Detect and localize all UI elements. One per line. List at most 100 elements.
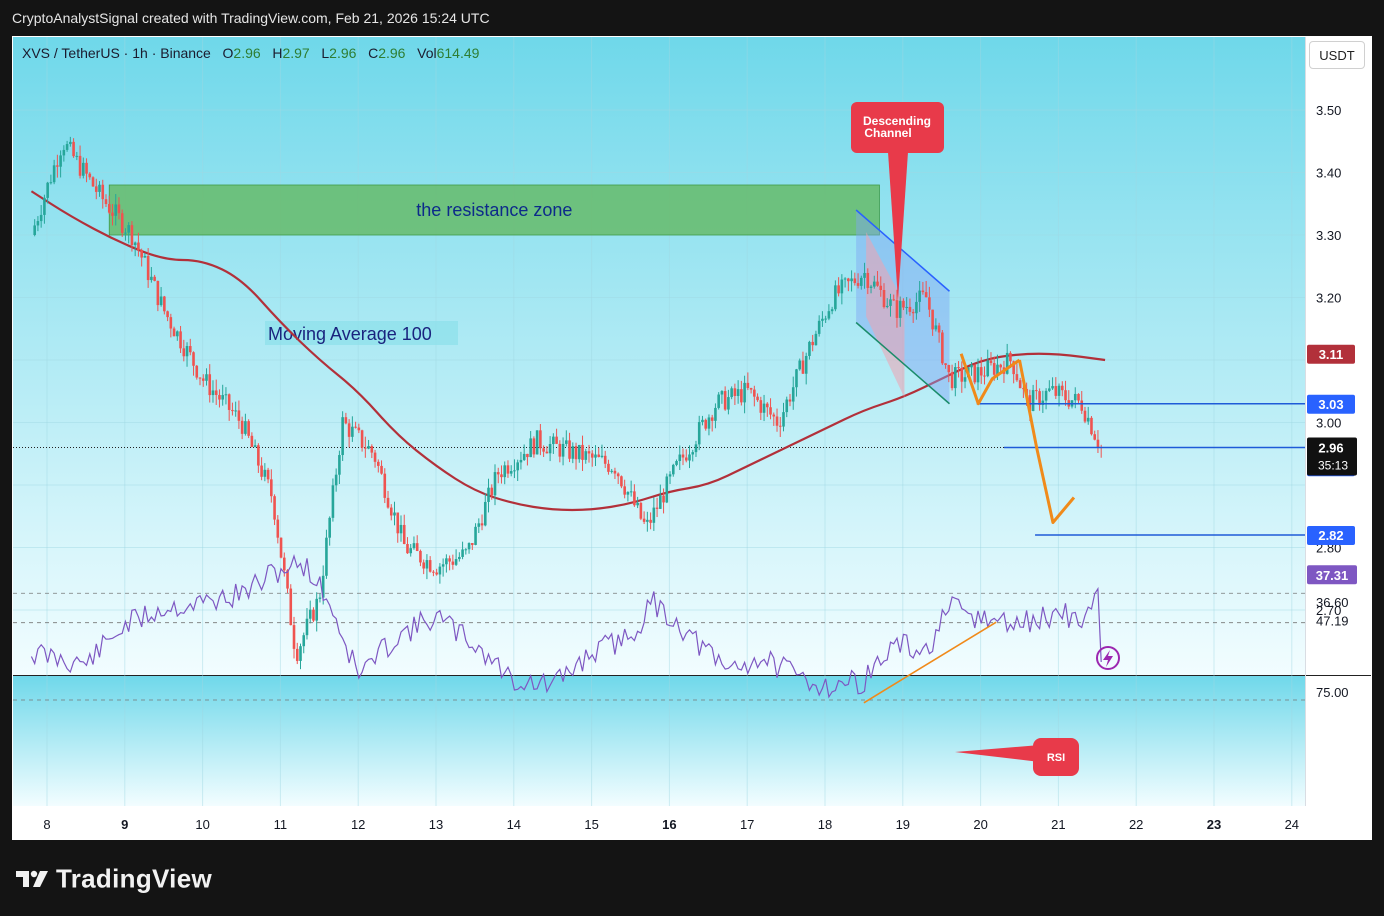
candle-body	[1038, 391, 1041, 405]
y-tick-label: 3.50	[1316, 103, 1341, 118]
candle-body	[785, 399, 789, 413]
candle-body	[999, 364, 1002, 368]
candle-body	[947, 364, 951, 373]
tradingview-logo-icon	[16, 870, 48, 888]
x-tick-label: 13	[429, 817, 443, 832]
candle-body	[1096, 439, 1100, 448]
candle-body	[419, 550, 422, 563]
candle-body	[830, 309, 834, 312]
candle-body	[872, 281, 876, 287]
currency-unit-button[interactable]: USDT	[1309, 41, 1365, 69]
candle-body	[140, 250, 143, 258]
candle-body	[918, 290, 921, 302]
close-label: C	[368, 45, 379, 61]
candle-body	[46, 182, 49, 198]
candle-body	[746, 382, 750, 389]
symbol-label: XVS / TetherUS · 1h · Binance	[22, 45, 211, 61]
candle-body	[775, 416, 779, 426]
candle-body	[1054, 386, 1058, 396]
candle-body	[185, 346, 189, 357]
candle-body	[91, 177, 95, 187]
candle-body	[821, 318, 824, 321]
candle-body	[253, 445, 257, 447]
level-price-label: 3.03	[1318, 397, 1343, 412]
candle-body	[720, 391, 724, 395]
candle-body	[921, 290, 925, 293]
candle-body	[389, 507, 393, 516]
rsi-callout-label: RSI	[1047, 752, 1065, 764]
candle-body	[422, 562, 425, 569]
candle-body	[620, 476, 623, 487]
candle-body	[710, 417, 714, 421]
candle-body	[159, 296, 163, 306]
candle-body	[244, 421, 247, 434]
candle-body	[675, 460, 678, 465]
candle-body	[876, 281, 879, 286]
tradingview-brand[interactable]: TradingView	[14, 862, 212, 895]
candle-body	[869, 286, 873, 288]
candle-body	[704, 419, 708, 429]
x-tick-label: 19	[896, 817, 910, 832]
candle-body	[227, 394, 231, 410]
candle-body	[548, 444, 552, 454]
x-tick-label: 8	[43, 817, 50, 832]
candle-body	[740, 389, 743, 403]
rsi-value-label: 37.31	[1316, 568, 1349, 583]
chart-canvas[interactable]: the resistance zoneMoving Average 100 De…	[0, 0, 1384, 916]
candle-body	[163, 296, 166, 312]
candle-body	[464, 549, 468, 551]
candle-body	[166, 311, 169, 318]
candle-body	[814, 333, 818, 346]
candle-body	[357, 427, 361, 431]
candle-body	[646, 519, 649, 522]
candle-body	[963, 377, 967, 382]
candle-body	[1064, 390, 1067, 401]
candle-body	[351, 426, 354, 437]
candle-body	[266, 469, 270, 480]
candle-body	[1086, 417, 1090, 422]
candle-body	[1093, 434, 1097, 440]
candle-body	[286, 570, 289, 589]
candle-body	[101, 184, 105, 200]
candle-body	[979, 367, 983, 376]
candle-body	[879, 285, 883, 291]
x-tick-label: 16	[662, 817, 676, 832]
candle-body	[471, 543, 474, 545]
candle-body	[234, 410, 237, 412]
candle-body	[480, 523, 484, 526]
rsi-level-label: 36.60	[1316, 595, 1349, 610]
candle-body	[214, 390, 218, 395]
candle-body	[694, 444, 698, 453]
candle-body	[665, 476, 669, 503]
candle-body	[915, 301, 918, 314]
candle-body	[804, 355, 808, 374]
candle-body	[396, 512, 400, 534]
brand-name: TradingView	[56, 863, 212, 894]
candle-body	[315, 598, 319, 621]
low-value: 2.96	[329, 45, 357, 61]
candle-body	[986, 360, 990, 377]
candle-body	[636, 502, 639, 506]
candle-body	[662, 495, 665, 503]
candle-body	[905, 306, 908, 308]
candle-body	[506, 465, 510, 474]
candle-body	[535, 430, 539, 455]
candle-body	[762, 403, 766, 413]
candle-body	[208, 374, 212, 396]
candle-body	[558, 443, 562, 457]
candle-body	[415, 543, 419, 551]
open-value: 2.96	[233, 45, 261, 61]
candle-body	[370, 446, 374, 453]
candle-body	[516, 462, 519, 471]
candle-body	[668, 474, 672, 477]
candle-body	[587, 451, 591, 454]
candle-body	[56, 165, 59, 167]
candle-body	[723, 391, 727, 410]
candle-body	[863, 272, 866, 278]
candle-body	[114, 204, 118, 216]
candle-body	[111, 212, 114, 216]
candle-body	[843, 278, 847, 280]
candle-body	[581, 444, 584, 460]
x-tick-label: 10	[195, 817, 209, 832]
level-price-label: 2.82	[1318, 528, 1343, 543]
